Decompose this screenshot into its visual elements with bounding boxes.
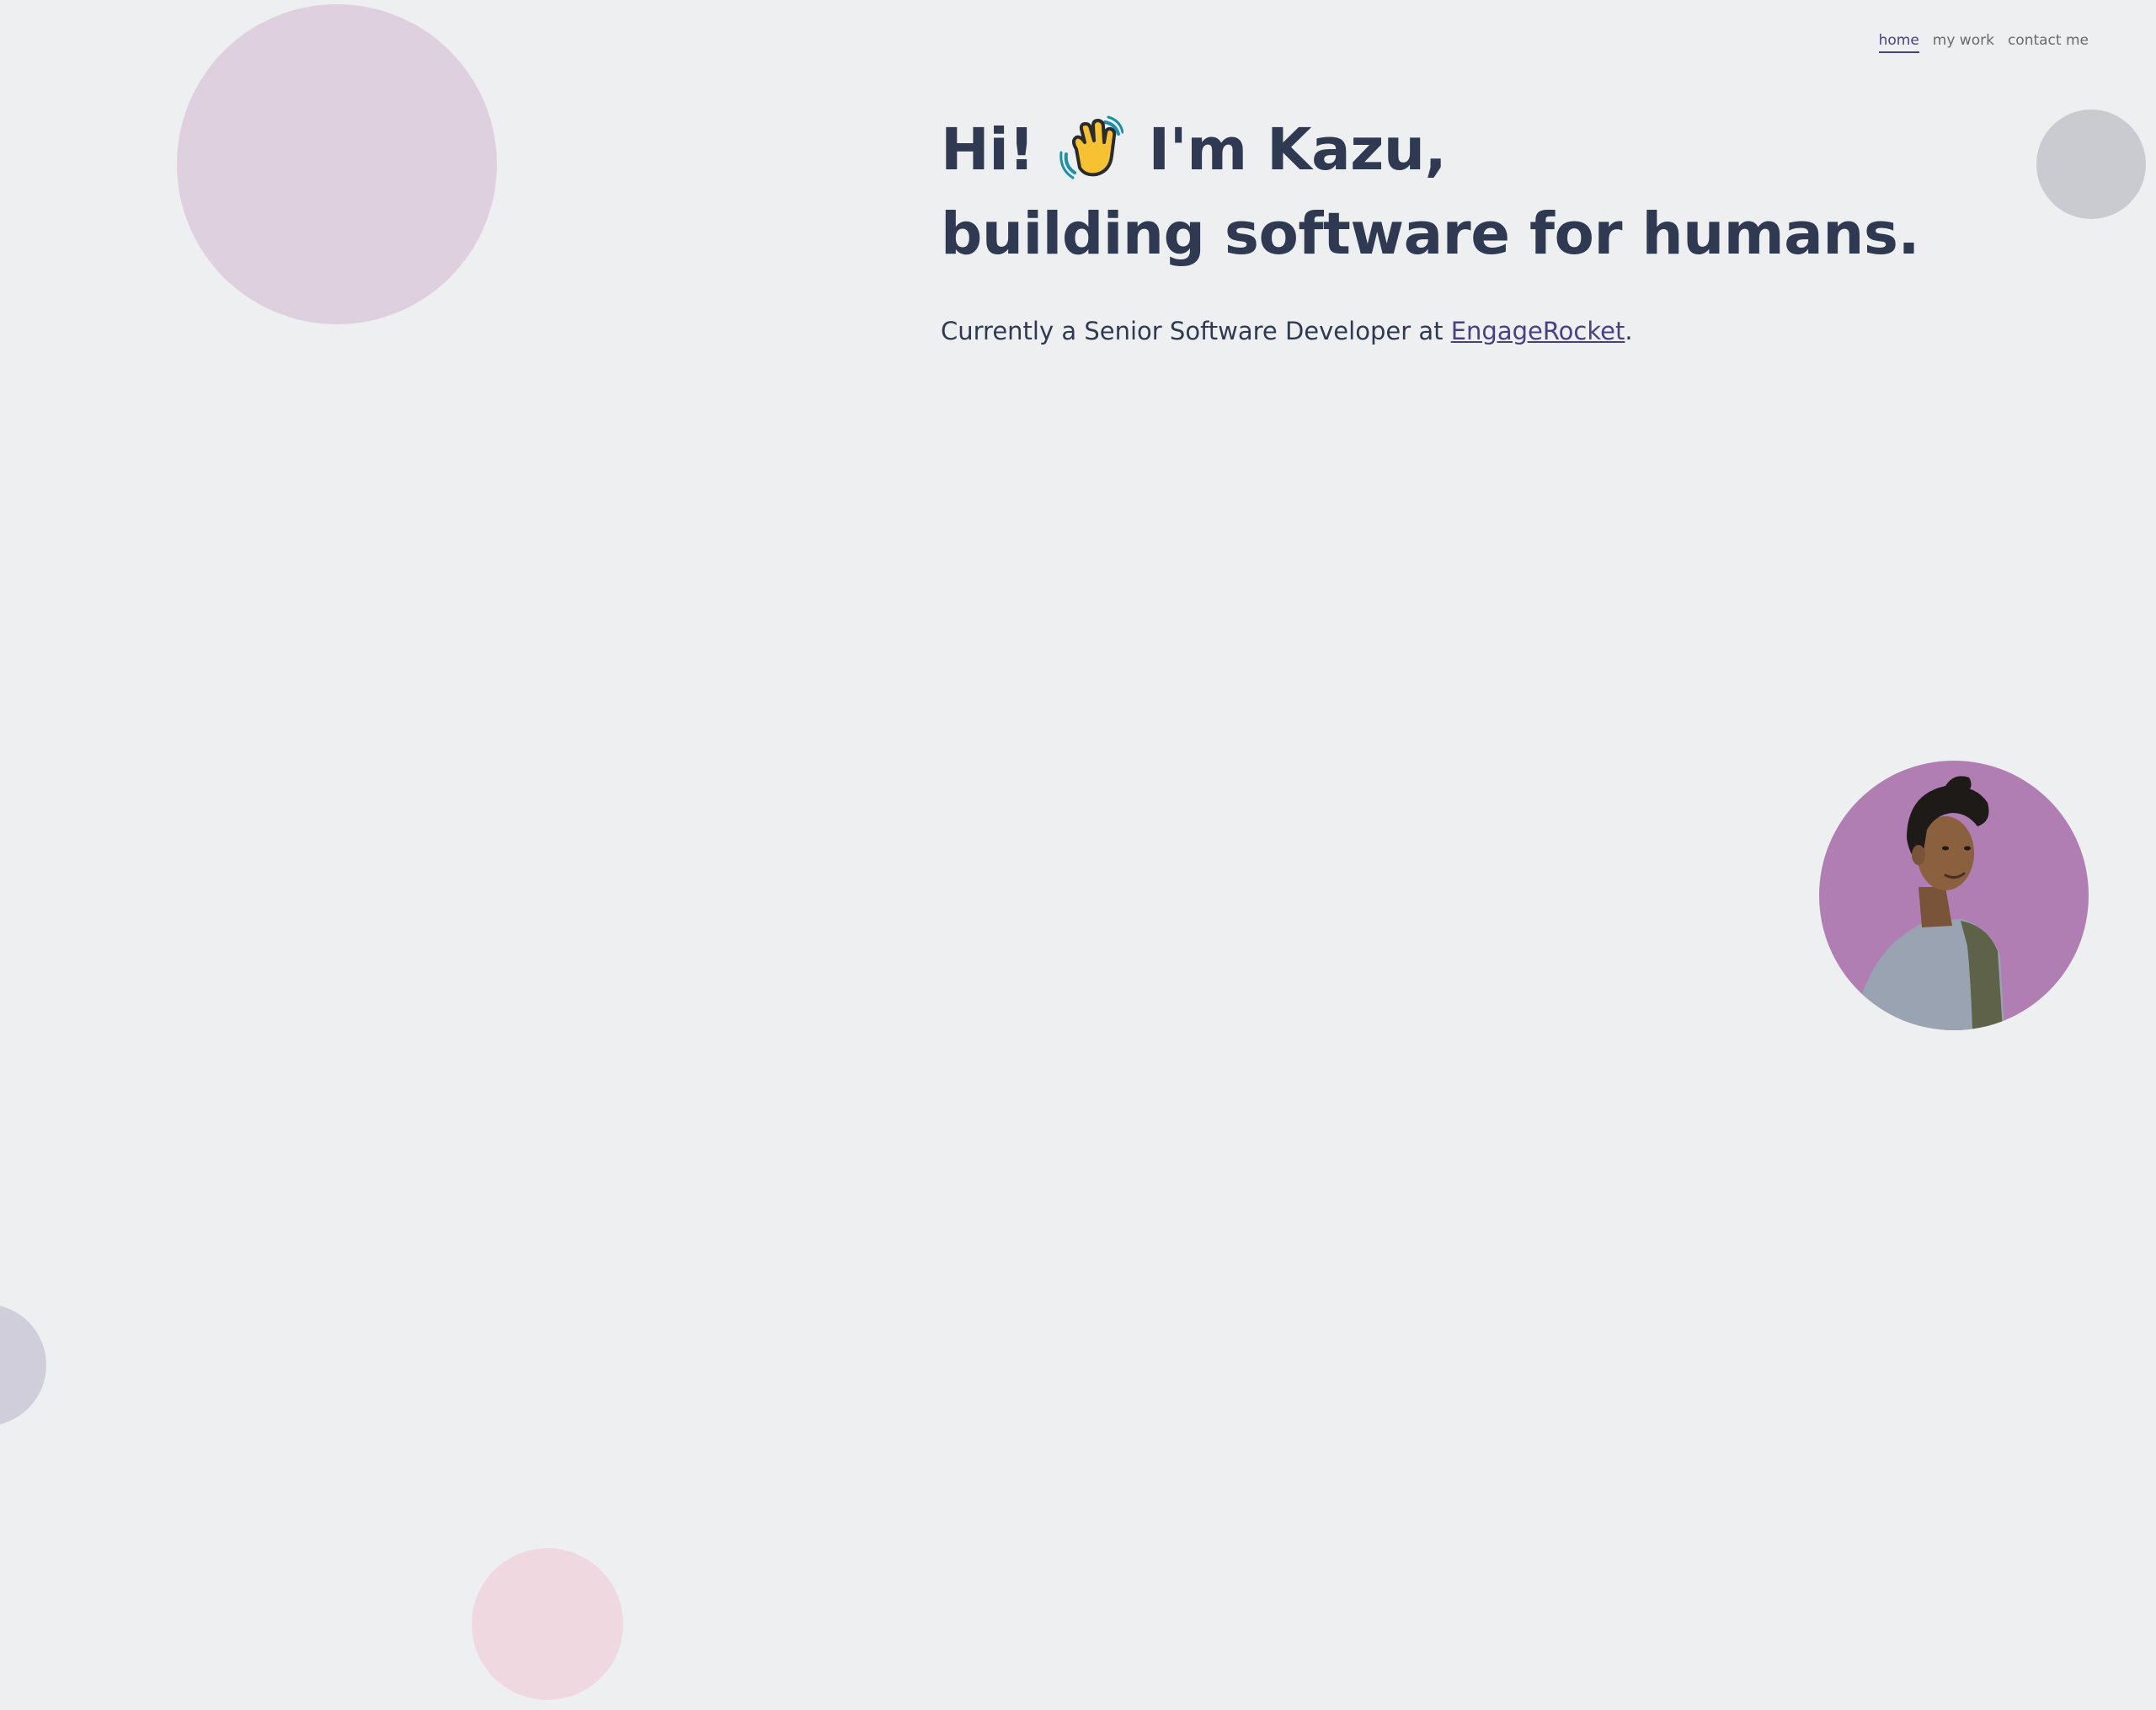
nav-item-contact-me[interactable]: contact me [2008,32,2089,53]
avatar [1819,761,2089,1030]
nav-item-home[interactable]: home [1878,32,1919,53]
tagline-suffix: . [1625,317,1633,345]
nav-item-my-work[interactable]: my work [1933,32,1994,53]
decorative-circle-bottom [472,1548,623,1700]
page-title: Hi! I'm Kazu, building software for huma… [941,108,1920,276]
decorative-circle-top-right [2036,110,2146,219]
company-link[interactable]: EngageRocket [1451,317,1625,345]
tagline-prefix: Currently a Senior Software Developer at [941,317,1451,345]
decorative-circle-top-left [177,4,497,324]
greeting-text: Hi! [941,116,1035,184]
headline-line-2: building software for humans. [941,200,1920,268]
profile-photo [1853,776,2004,1030]
headline-line-1: Hi! I'm Kazu, [941,108,1919,192]
intro-text: I'm Kazu, [1148,116,1447,184]
waving-hand-icon [1059,115,1124,179]
decorative-circle-left [0,1304,46,1426]
hero-section: Hi! I'm Kazu, building software for huma… [941,108,1920,345]
main-nav: home my work contact me [1878,32,2089,53]
tagline: Currently a Senior Software Developer at… [941,317,1919,345]
